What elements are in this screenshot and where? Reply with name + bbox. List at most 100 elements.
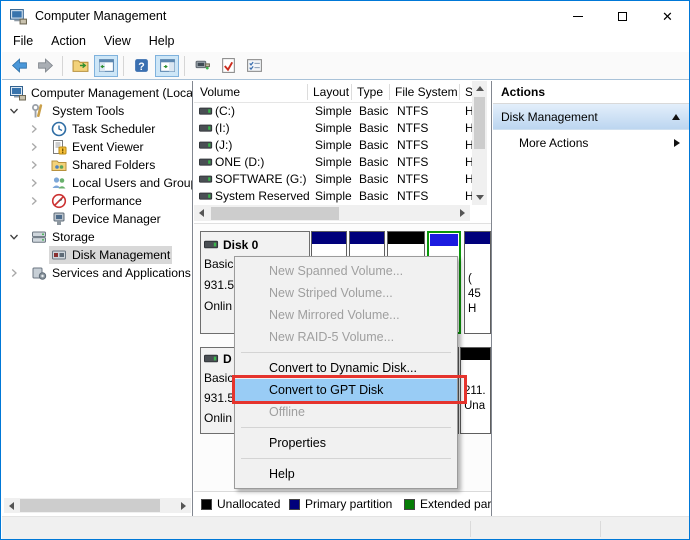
volume-row-c[interactable]: (C:)SimpleBasicNTFSH [194, 103, 472, 120]
more-actions-item[interactable]: More Actions [493, 130, 690, 155]
scroll-down-icon[interactable] [472, 190, 487, 205]
chevron-right-icon[interactable] [29, 142, 49, 152]
sidebar-item-services-and-applications[interactable]: Services and Applications [2, 264, 192, 282]
legend-label: Primary partition [305, 497, 392, 511]
back-button[interactable] [7, 55, 31, 77]
partition-color-bar [461, 348, 490, 360]
actions-panel: Actions Disk Management More Actions [493, 81, 690, 516]
scrollbar-track[interactable] [19, 498, 176, 513]
titlebar[interactable]: Computer Management ✕ [2, 1, 690, 31]
layout-cell: Simple [315, 189, 352, 203]
computer-icon [10, 85, 26, 101]
tree-item-content: Local Users and Groups [49, 174, 192, 192]
menu-item-convert-to-gpt-disk[interactable]: Convert to GPT Disk [235, 379, 457, 401]
sidebar-item-storage[interactable]: Storage [2, 228, 192, 246]
toolbar: ? [2, 52, 690, 80]
computer-management-window: Computer Management ✕ FileActionViewHelp… [0, 0, 690, 540]
scrollbar-thumb[interactable] [20, 499, 160, 512]
disk0-partition-4[interactable]: (45H [464, 231, 491, 334]
type-cell: Basic [359, 121, 388, 135]
sidebar-item-computer-management-local[interactable]: Computer Management (Local [2, 84, 192, 102]
volume-name: (J:) [215, 138, 232, 152]
chevron-right-icon[interactable] [9, 268, 29, 278]
volume-row-system-reserved[interactable]: System ReservedSimpleBasicNTFSH [194, 188, 472, 205]
forward-button[interactable] [33, 55, 57, 77]
toolbar-separator [184, 56, 185, 76]
sidebar-item-label: Storage [52, 230, 95, 244]
sidebar-item-performance[interactable]: Performance [2, 192, 192, 210]
menu-item-convert-to-dynamic-disk[interactable]: Convert to Dynamic Disk... [235, 357, 457, 379]
actions-section-disk-management[interactable]: Disk Management [493, 104, 690, 130]
column-header-file-system[interactable]: File System [395, 85, 458, 99]
menu-item-properties[interactable]: Properties [235, 432, 457, 454]
chevron-right-icon[interactable] [29, 124, 49, 134]
menu-help[interactable]: Help [140, 31, 184, 52]
chevron-down-icon[interactable] [9, 232, 29, 242]
volume-row-i[interactable]: (I:)SimpleBasicNTFSH [194, 120, 472, 137]
collapse-icon[interactable] [672, 114, 680, 120]
volume-list-header[interactable]: VolumeLayoutTypeFile SystemS [194, 81, 472, 103]
volume-row-software-g[interactable]: SOFTWARE (G:)SimpleBasicNTFSH [194, 171, 472, 188]
sidebar-item-task-scheduler[interactable]: Task Scheduler [2, 120, 192, 138]
column-header-layout[interactable]: Layout [313, 85, 349, 99]
verify-document-button[interactable] [216, 55, 240, 77]
file-system-cell: NTFS [397, 189, 428, 203]
window-caption-buttons: ✕ [555, 1, 690, 31]
partition-legend: UnallocatedPrimary partitionExtended par… [194, 491, 492, 516]
partition-label-fragment: 45 [465, 287, 490, 302]
console-tree-panel: Computer Management (LocalSystem ToolsTa… [2, 81, 193, 516]
properties-list-button[interactable] [242, 55, 266, 77]
menu-file[interactable]: File [4, 31, 42, 52]
statusbar-divider [470, 521, 471, 537]
volume-list-vertical-scrollbar[interactable] [472, 81, 487, 205]
scroll-right-icon[interactable] [176, 498, 191, 513]
sidebar-item-device-manager[interactable]: Device Manager [2, 210, 192, 228]
volume-row-j[interactable]: (J:)SimpleBasicNTFSH [194, 137, 472, 154]
type-cell: Basic [359, 172, 388, 186]
volume-row-one-d[interactable]: ONE (D:)SimpleBasicNTFSH [194, 154, 472, 171]
scroll-up-icon[interactable] [472, 81, 487, 96]
scrollbar-thumb[interactable] [211, 207, 339, 220]
file-system-cell: NTFS [397, 172, 428, 186]
scroll-left-icon[interactable] [194, 206, 209, 221]
partition-color-bar [350, 232, 384, 244]
maximize-button[interactable] [600, 1, 645, 31]
chevron-down-icon[interactable] [9, 106, 29, 116]
disk1-partition[interactable]: 211.Una [460, 347, 491, 434]
close-button[interactable]: ✕ [645, 1, 690, 31]
remote-computer-icon [194, 57, 211, 74]
tree-horizontal-scrollbar[interactable] [4, 498, 191, 513]
disk-drive-icon [204, 354, 219, 364]
column-header-type[interactable]: Type [357, 85, 383, 99]
help-button[interactable]: ? [129, 55, 153, 77]
type-cell: Basic [359, 155, 388, 169]
layout-cell: Simple [315, 104, 352, 118]
file-system-cell: NTFS [397, 155, 428, 169]
chevron-right-icon[interactable] [29, 196, 49, 206]
scroll-left-icon[interactable] [4, 498, 19, 513]
remote-computer-button[interactable] [190, 55, 214, 77]
sidebar-item-event-viewer[interactable]: Event Viewer [2, 138, 192, 156]
minimize-icon [573, 16, 583, 17]
export-list-button[interactable] [68, 55, 92, 77]
column-header-volume[interactable]: Volume [200, 85, 240, 99]
chevron-right-icon[interactable] [29, 178, 49, 188]
sidebar-item-shared-folders[interactable]: Shared Folders [2, 156, 192, 174]
scrollbar-track[interactable] [209, 206, 455, 221]
toolbar-separator [62, 56, 63, 76]
menu-item-help[interactable]: Help [235, 463, 457, 485]
scrollbar-thumb[interactable] [474, 97, 485, 149]
minimize-button[interactable] [555, 1, 600, 31]
menu-view[interactable]: View [95, 31, 140, 52]
sidebar-item-system-tools[interactable]: System Tools [2, 102, 192, 120]
menu-action[interactable]: Action [42, 31, 95, 52]
show-console-tree-button[interactable] [94, 55, 118, 77]
scroll-right-icon[interactable] [455, 206, 470, 221]
forward-icon [37, 57, 54, 74]
chevron-right-icon[interactable] [29, 160, 49, 170]
disk-management-icon [51, 247, 67, 263]
sidebar-item-disk-management[interactable]: Disk Management [2, 246, 192, 264]
show-action-pane-button[interactable] [155, 55, 179, 77]
sidebar-item-local-users-and-groups[interactable]: Local Users and Groups [2, 174, 192, 192]
volume-list-horizontal-scrollbar[interactable] [194, 205, 470, 221]
